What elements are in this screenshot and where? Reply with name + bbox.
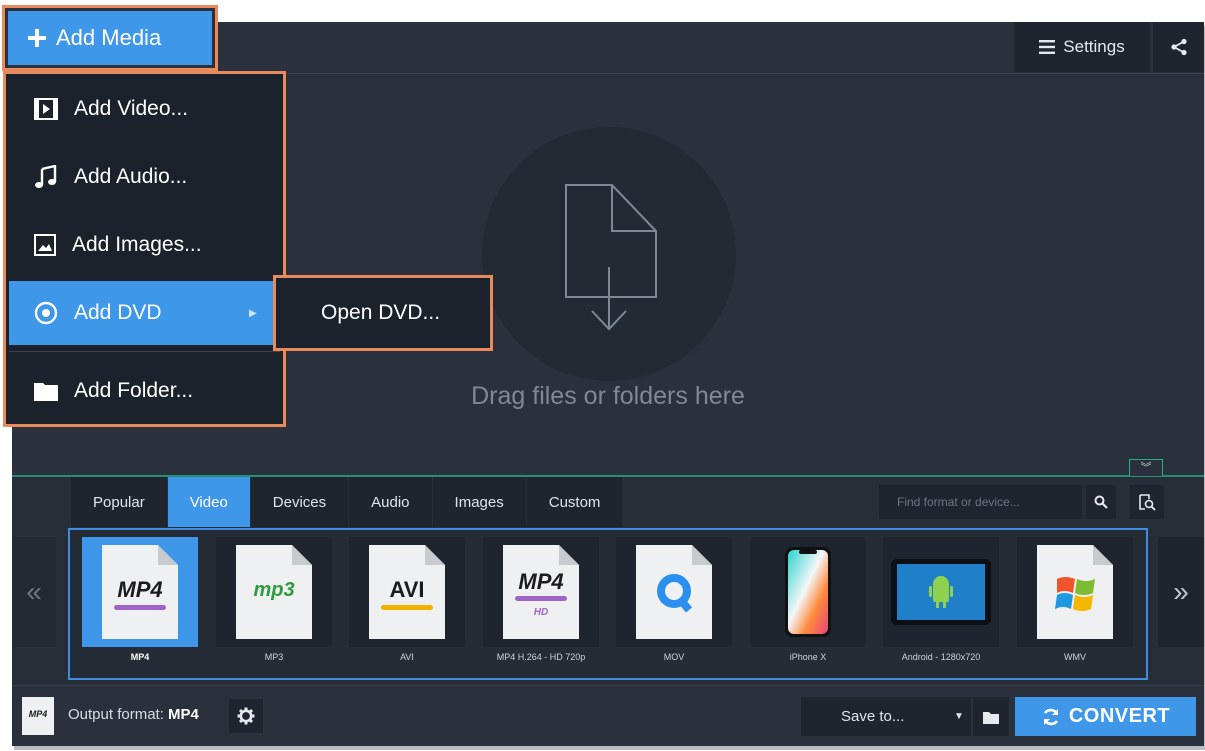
settings-button[interactable]: Settings [1014,22,1150,72]
scroll-left-button[interactable]: « [12,537,56,647]
tab-popular[interactable]: Popular [71,477,167,527]
preset-mp4-hd[interactable]: MP4 HD [483,537,599,647]
convert-button[interactable]: CONVERT [1015,697,1196,736]
menu-item-add-video[interactable]: Add Video... [9,77,280,141]
tab-devices[interactable]: Devices [250,477,349,527]
format-settings-button[interactable] [229,699,263,733]
preset-iphone-x[interactable] [750,537,866,647]
device-search-icon [1139,494,1156,511]
plus-icon [28,29,46,47]
android-tablet-icon [891,559,991,625]
share-button[interactable] [1153,22,1204,72]
open-folder-button[interactable] [973,697,1009,736]
menu-item-label: Add Video... [74,97,189,120]
format-tabs: Popular Video Devices Audio Images Custo… [71,477,623,527]
double-chevron-right-icon: » [1173,576,1189,607]
submenu-arrow-icon: ▶ [249,307,257,319]
folder-icon [983,711,999,724]
menu-item-label: Add Images... [72,233,202,256]
preset-label: MOV [663,652,685,662]
avi-format-icon: AVI [369,545,445,639]
preset-wmv[interactable] [1017,537,1133,647]
preset-label: Android - 1280x720 [901,652,981,662]
menu-item-label: Add Audio... [74,165,188,188]
menu-item-add-audio[interactable]: Add Audio... [9,145,280,209]
convert-label: CONVERT [1068,705,1171,727]
find-device-button[interactable] [1130,485,1164,519]
file-drop-icon [565,184,657,331]
preset-label: MP3 [264,652,284,662]
preset-android[interactable] [883,537,999,647]
collapse-panel-button[interactable]: ︾ [1129,459,1163,476]
format-panel: Popular Video Devices Audio Images Custo… [12,477,1204,685]
settings-label: Settings [1063,37,1125,56]
preset-label: AVI [400,652,414,662]
preset-label: MP4 [130,652,150,662]
preset-avi[interactable]: AVI [349,537,465,647]
dropzone-circle[interactable] [482,127,736,381]
tab-images[interactable]: Images [432,477,526,527]
output-format-label: Output format: MP4 [68,706,199,723]
output-format-value: MP4 [168,706,199,723]
preset-label: iPhone X [789,652,827,662]
windows-media-format-icon [1037,545,1113,639]
mp3-format-icon: mp3 [236,545,312,639]
preset-mp3[interactable]: mp3 [216,537,332,647]
music-note-icon [35,165,57,188]
menu-item-open-dvd[interactable]: Open DVD... [276,278,490,348]
preset-mp4[interactable]: MP4 [82,537,198,647]
share-icon [1170,38,1187,56]
dvd-disc-icon [34,301,58,325]
search-button[interactable] [1086,485,1116,519]
menu-item-add-images[interactable]: Add Images... [9,213,280,277]
preset-label: WMV [1064,652,1086,662]
format-search-input[interactable]: Find format or device... [879,485,1082,519]
save-to-dropdown[interactable]: Save to... [801,697,971,736]
menu-separator [9,351,280,352]
mp4-format-icon: MP4 [102,545,178,639]
tab-video[interactable]: Video [167,477,250,527]
add-media-menu: Add Video... Add Audio... Add Images... … [3,71,286,427]
add-media-highlight: Add Media [2,5,218,71]
add-media-button[interactable]: Add Media [8,11,212,65]
folder-icon [34,383,58,401]
bottom-bar: MP4 Output format: MP4 Save to... ▼ CONV… [12,685,1204,746]
quicktime-format-icon: Q [636,545,712,639]
add-media-label: Add Media [56,25,162,50]
hamburger-icon [1039,40,1056,54]
tab-custom[interactable]: Custom [526,477,623,527]
menu-item-label: Add DVD [74,301,162,324]
tab-audio[interactable]: Audio [349,477,432,527]
menu-item-add-folder[interactable]: Add Folder... [9,359,280,423]
menu-item-add-dvd[interactable]: Add DVD ▶ [9,281,280,345]
scroll-right-button[interactable]: » [1158,537,1204,647]
preset-mov[interactable]: Q [616,537,732,647]
iphone-icon [785,547,831,637]
double-chevron-left-icon: « [26,576,42,607]
search-icon [1094,495,1108,509]
gear-icon [237,707,255,725]
dvd-submenu-highlight: Open DVD... [273,275,493,351]
menu-item-label: Add Folder... [74,379,194,402]
refresh-icon [1043,708,1059,725]
image-icon [34,234,56,256]
mp4-hd-format-icon: MP4 HD [503,545,579,639]
video-file-icon [34,98,58,120]
chevron-down-icon: ︾ [1140,462,1152,474]
caret-down-icon: ▼ [954,711,964,722]
preset-label: MP4 H.264 - HD 720p [496,652,586,662]
output-format-icon: MP4 [22,697,54,735]
